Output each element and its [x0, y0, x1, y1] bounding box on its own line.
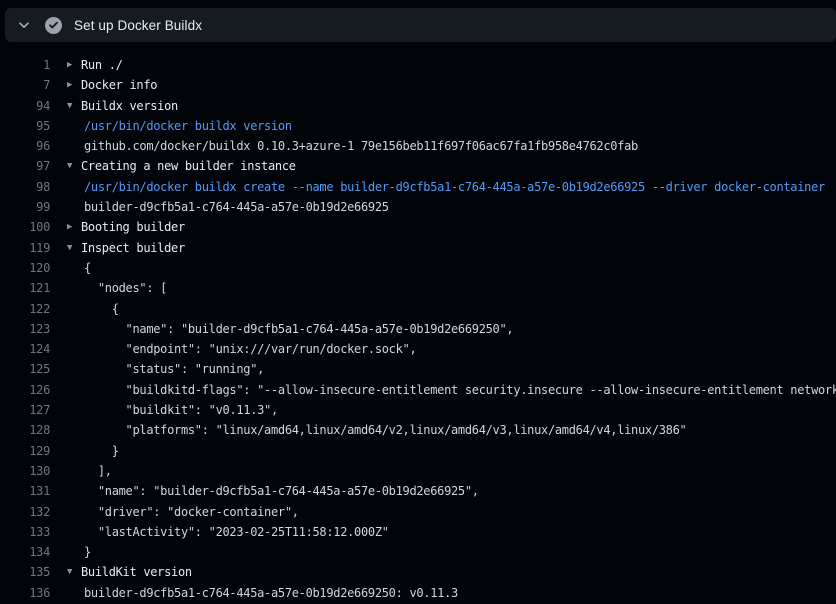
- group-collapse-icon[interactable]: ▼: [67, 562, 81, 582]
- log-text: builder-d9cfb5a1-c764-445a-a57e-0b19d2e6…: [84, 197, 389, 217]
- line-number[interactable]: 99: [0, 197, 50, 217]
- log-text[interactable]: Creating a new builder instance: [81, 156, 296, 176]
- log-text: "endpoint": "unix:///var/run/docker.sock…: [84, 339, 416, 359]
- log-line: 100 ▶ Booting builder: [0, 217, 836, 237]
- log-line: 119 ▼ Inspect builder: [0, 238, 836, 258]
- line-number[interactable]: 134: [0, 542, 50, 562]
- line-number[interactable]: 100: [0, 217, 50, 237]
- log-line: 129 }: [0, 441, 836, 461]
- line-number[interactable]: 1: [0, 55, 50, 75]
- log-text: {: [84, 258, 91, 278]
- log-text[interactable]: Buildx version: [81, 96, 178, 116]
- log-text: ],: [84, 461, 112, 481]
- log-text: /usr/bin/docker buildx create --name bui…: [84, 177, 825, 197]
- line-number[interactable]: 136: [0, 583, 50, 603]
- line-number[interactable]: 130: [0, 461, 50, 481]
- line-number[interactable]: 123: [0, 319, 50, 339]
- log-text[interactable]: Inspect builder: [81, 238, 185, 258]
- log-line: 130 ],: [0, 461, 836, 481]
- log-text: "platforms": "linux/amd64,linux/amd64/v2…: [84, 420, 686, 440]
- line-number[interactable]: 125: [0, 359, 50, 379]
- log-text[interactable]: Booting builder: [81, 217, 185, 237]
- line-number[interactable]: 96: [0, 136, 50, 156]
- log-line: 99 builder-d9cfb5a1-c764-445a-a57e-0b19d…: [0, 197, 836, 217]
- line-number[interactable]: 97: [0, 156, 50, 176]
- log-line: 132 "driver": "docker-container",: [0, 502, 836, 522]
- log-container: 1 ▶ Run ./ 7 ▶ Docker info 94 ▼ Buildx v…: [0, 42, 836, 604]
- log-line: 96 github.com/docker/buildx 0.10.3+azure…: [0, 136, 836, 156]
- log-line: 122 {: [0, 299, 836, 319]
- log-text[interactable]: Run ./: [81, 55, 123, 75]
- line-number[interactable]: 132: [0, 502, 50, 522]
- group-collapse-icon[interactable]: ▼: [67, 96, 81, 116]
- group-collapse-icon[interactable]: ▼: [67, 238, 81, 258]
- group-expand-icon[interactable]: ▶: [67, 55, 81, 75]
- log-text[interactable]: Docker info: [81, 75, 157, 95]
- line-number[interactable]: 128: [0, 420, 50, 440]
- log-line: 98 /usr/bin/docker buildx create --name …: [0, 177, 836, 197]
- chevron-down-icon[interactable]: [16, 17, 32, 33]
- log-line: 136 builder-d9cfb5a1-c764-445a-a57e-0b19…: [0, 583, 836, 603]
- log-text: builder-d9cfb5a1-c764-445a-a57e-0b19d2e6…: [84, 583, 458, 603]
- log-text: "buildkit": "v0.11.3",: [84, 400, 278, 420]
- log-line: 7 ▶ Docker info: [0, 75, 836, 95]
- log-line: 123 "name": "builder-d9cfb5a1-c764-445a-…: [0, 319, 836, 339]
- log-text: /usr/bin/docker buildx version: [84, 116, 292, 136]
- log-line: 97 ▼ Creating a new builder instance: [0, 156, 836, 176]
- group-expand-icon[interactable]: ▶: [67, 217, 81, 237]
- line-number[interactable]: 120: [0, 258, 50, 278]
- line-number[interactable]: 129: [0, 441, 50, 461]
- log-text: "buildkitd-flags": "--allow-insecure-ent…: [84, 380, 836, 400]
- check-circle-icon: [45, 17, 62, 34]
- log-line: 125 "status": "running",: [0, 359, 836, 379]
- log-text: "status": "running",: [84, 359, 264, 379]
- log-line: 133 "lastActivity": "2023-02-25T11:58:12…: [0, 522, 836, 542]
- log-line: 127 "buildkit": "v0.11.3",: [0, 400, 836, 420]
- log-line: 134 }: [0, 542, 836, 562]
- log-text: "driver": "docker-container",: [84, 502, 299, 522]
- step-header[interactable]: Set up Docker Buildx: [5, 8, 836, 42]
- log-text: }: [84, 441, 119, 461]
- log-line: 95 /usr/bin/docker buildx version: [0, 116, 836, 136]
- log-line: 1 ▶ Run ./: [0, 55, 836, 75]
- line-number[interactable]: 121: [0, 278, 50, 298]
- line-number[interactable]: 124: [0, 339, 50, 359]
- log-text: {: [84, 299, 119, 319]
- log-text: "name": "builder-d9cfb5a1-c764-445a-a57e…: [84, 319, 513, 339]
- log-text: "lastActivity": "2023-02-25T11:58:12.000…: [84, 522, 389, 542]
- line-number[interactable]: 94: [0, 96, 50, 116]
- log-text: }: [84, 542, 91, 562]
- log-line: 135 ▼ BuildKit version: [0, 562, 836, 582]
- log-line: 124 "endpoint": "unix:///var/run/docker.…: [0, 339, 836, 359]
- log-line: 131 "name": "builder-d9cfb5a1-c764-445a-…: [0, 481, 836, 501]
- log-text: "name": "builder-d9cfb5a1-c764-445a-a57e…: [84, 481, 479, 501]
- log-line: 120 {: [0, 258, 836, 278]
- line-number[interactable]: 122: [0, 299, 50, 319]
- step-title: Set up Docker Buildx: [74, 18, 202, 33]
- line-number[interactable]: 127: [0, 400, 50, 420]
- line-number[interactable]: 119: [0, 238, 50, 258]
- group-collapse-icon[interactable]: ▼: [67, 156, 81, 176]
- log-line: 94 ▼ Buildx version: [0, 96, 836, 116]
- line-number[interactable]: 135: [0, 562, 50, 582]
- line-number[interactable]: 131: [0, 481, 50, 501]
- log-line: 128 "platforms": "linux/amd64,linux/amd6…: [0, 420, 836, 440]
- log-text: "nodes": [: [84, 278, 167, 298]
- line-number[interactable]: 98: [0, 177, 50, 197]
- log-line: 121 "nodes": [: [0, 278, 836, 298]
- line-number[interactable]: 7: [0, 75, 50, 95]
- line-number[interactable]: 126: [0, 380, 50, 400]
- line-number[interactable]: 95: [0, 116, 50, 136]
- log-line: 126 "buildkitd-flags": "--allow-insecure…: [0, 380, 836, 400]
- log-text[interactable]: BuildKit version: [81, 562, 192, 582]
- log-text: github.com/docker/buildx 0.10.3+azure-1 …: [84, 136, 638, 156]
- line-number[interactable]: 133: [0, 522, 50, 542]
- group-expand-icon[interactable]: ▶: [67, 75, 81, 95]
